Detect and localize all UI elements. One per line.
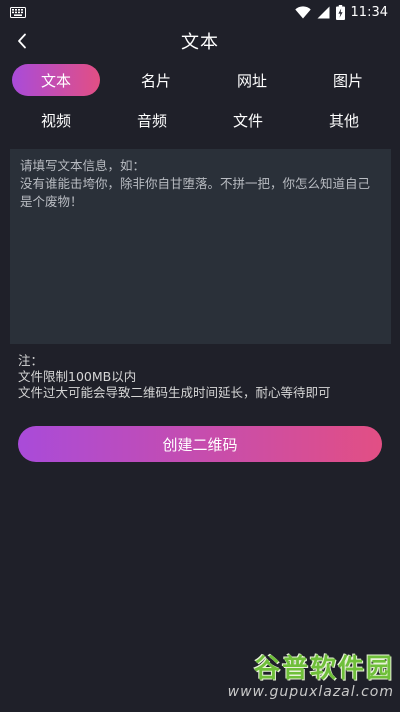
- status-left: [10, 6, 26, 18]
- notes: 注： 文件限制100MB以内 文件过大可能会导致二维码生成时间延长，耐心等待即可: [18, 353, 388, 401]
- text-input[interactable]: [10, 149, 391, 344]
- tab-url[interactable]: 网址: [204, 64, 300, 96]
- category-tabs: 文本 名片 网址 图片 视频 音频 文件 其他: [0, 64, 400, 144]
- tab-business-card[interactable]: 名片: [108, 64, 204, 96]
- signal-icon: [317, 6, 330, 18]
- tab-video[interactable]: 视频: [8, 104, 104, 136]
- tab-text[interactable]: 文本: [12, 64, 100, 96]
- status-bar: 11:34: [0, 0, 400, 24]
- tab-file[interactable]: 文件: [200, 104, 296, 136]
- page-title: 文本: [181, 32, 219, 53]
- notes-line-1: 文件限制100MB以内: [18, 369, 137, 384]
- tab-row-2: 视频 音频 文件 其他: [0, 104, 400, 138]
- tab-other[interactable]: 其他: [296, 104, 392, 136]
- battery-charging-icon: [335, 4, 345, 20]
- watermark-title: 谷普软件园: [253, 654, 394, 684]
- watermark: 谷普软件园 www.gupuxlazal.com: [204, 654, 394, 708]
- tab-image[interactable]: 图片: [300, 64, 396, 96]
- keyboard-icon: [10, 6, 26, 18]
- status-right: 11:34: [294, 4, 388, 20]
- status-time: 11:34: [350, 4, 388, 20]
- chevron-left-icon: [18, 33, 26, 49]
- notes-line-2: 文件过大可能会导致二维码生成时间延长，耐心等待即可: [18, 385, 331, 400]
- wifi-icon: [294, 5, 311, 19]
- header: 文本: [0, 24, 400, 58]
- watermark-url: www.gupuxlazal.com: [227, 684, 394, 700]
- tab-audio[interactable]: 音频: [104, 104, 200, 136]
- back-button[interactable]: [8, 27, 36, 55]
- tab-row-1: 文本 名片 网址 图片: [0, 64, 400, 98]
- notes-title: 注：: [18, 353, 44, 368]
- create-qr-button[interactable]: 创建二维码: [18, 426, 382, 462]
